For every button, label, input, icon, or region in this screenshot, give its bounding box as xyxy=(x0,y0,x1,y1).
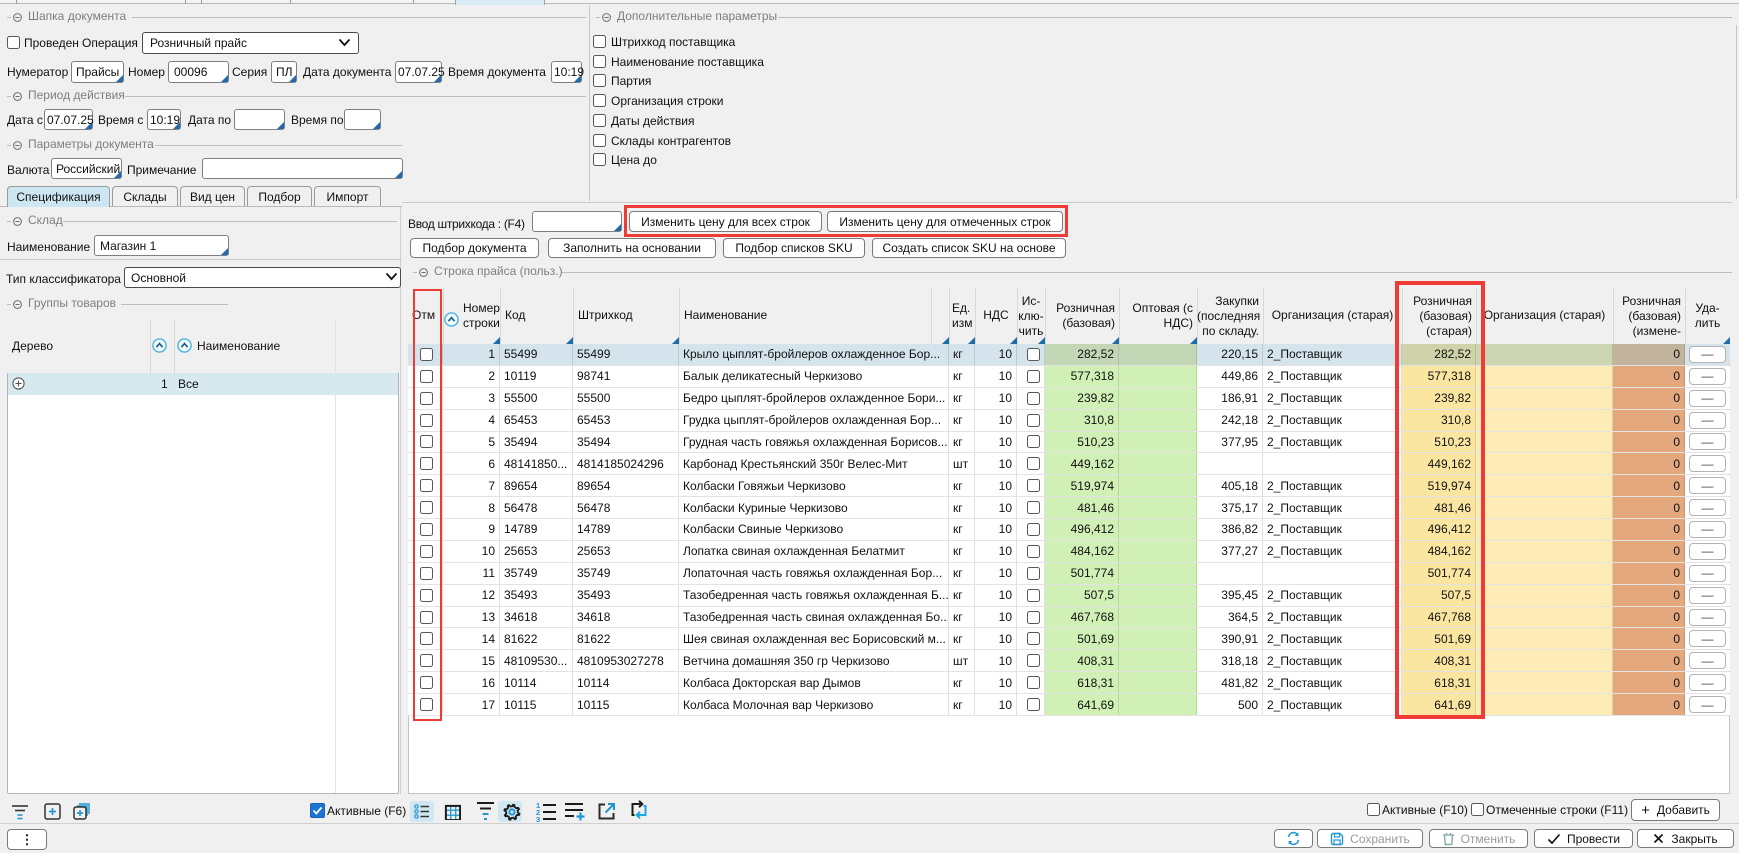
svg-text:3: 3 xyxy=(536,815,540,822)
